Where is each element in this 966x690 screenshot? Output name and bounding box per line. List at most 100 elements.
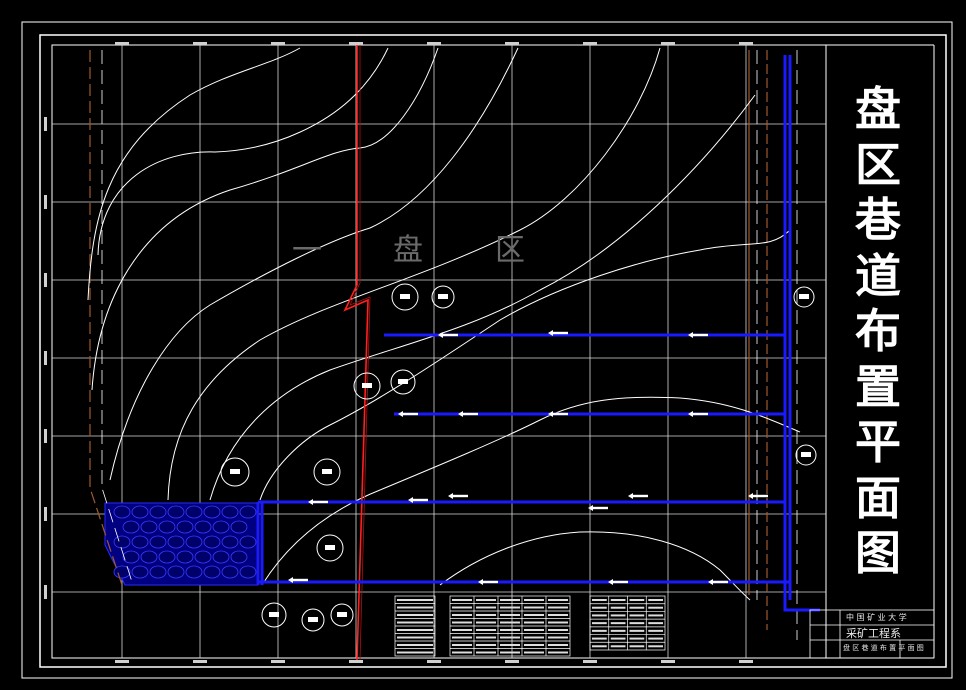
gob-stone — [230, 550, 248, 564]
equipment-symbol — [269, 612, 279, 617]
grid-tick-mark — [505, 42, 519, 45]
gob-stone — [239, 565, 257, 579]
airflow-arrow-head — [588, 505, 593, 511]
airflow-arrow — [462, 412, 478, 416]
legend-cell-text — [476, 606, 496, 609]
gob-stone — [203, 535, 221, 549]
airflow-arrow — [402, 412, 418, 416]
airflow-arrow — [552, 331, 568, 335]
equipment-symbol — [801, 452, 811, 457]
legend-cell-text — [548, 651, 568, 654]
fault-line — [343, 45, 371, 661]
airflow-arrow — [292, 578, 308, 582]
gob-stone — [221, 565, 239, 579]
airflow-arrow — [692, 412, 708, 416]
grid-tick-mark — [44, 351, 47, 365]
grid-tick-mark — [349, 42, 363, 45]
airflow-arrow-head — [688, 411, 693, 417]
legend-cell-text — [452, 621, 472, 624]
gob-stone — [149, 505, 167, 519]
legend-cell-text — [397, 644, 433, 646]
grid-tick-mark — [505, 660, 519, 663]
airflow-arrow-head — [448, 493, 453, 499]
legend-cell-text — [629, 645, 645, 648]
grid-tick-mark — [583, 42, 597, 45]
airflow-arrow — [452, 494, 468, 498]
airflow-arrow-head — [438, 332, 443, 338]
legend-cell-text — [524, 621, 544, 624]
legend-cell-text — [500, 629, 520, 631]
legend-cell-text — [397, 606, 433, 609]
airflow-arrow-head — [458, 411, 463, 417]
legend-cell-text — [524, 606, 544, 609]
legend-cell-text — [476, 621, 496, 624]
legend-cell-text — [397, 636, 433, 639]
airflow-arrow-head — [478, 579, 483, 585]
legend-cell-text — [476, 599, 496, 601]
grid-tick-mark — [44, 585, 47, 599]
gob-stone — [221, 505, 239, 519]
legend-cell-text — [452, 629, 472, 631]
legend-cell-text — [610, 637, 626, 640]
grid-tick-mark — [661, 42, 675, 45]
legend-cell-text — [452, 614, 472, 616]
title-char: 平 — [855, 415, 901, 469]
airflow-arrow-head — [608, 579, 613, 585]
gob-stone — [185, 505, 203, 519]
grid-tick-mark — [427, 42, 441, 45]
gob-stone — [149, 535, 167, 549]
gob-stone — [140, 550, 158, 564]
grid-tick-mark — [44, 117, 47, 131]
title-char: 面 — [855, 470, 901, 525]
gob-stone — [239, 505, 257, 519]
legend-cell-text — [500, 636, 520, 639]
gob-stone — [122, 550, 140, 564]
equipment-symbol — [308, 617, 318, 622]
grid-tick-mark — [44, 507, 47, 521]
cad-drawing — [21, 21, 953, 679]
equipment-symbol — [400, 294, 410, 299]
legend-cell-text — [452, 636, 472, 639]
legend-cell-text — [610, 599, 626, 601]
airflow-arrow-head — [628, 493, 633, 499]
title-char: 图 — [855, 526, 901, 580]
gob-stone — [167, 505, 185, 519]
airflow-arrow-head — [688, 332, 693, 338]
equipment-symbol — [398, 379, 408, 384]
grid-tick-mark — [271, 660, 285, 663]
legend-cell-text — [648, 637, 663, 640]
gob-stone — [167, 535, 185, 549]
title-char: 布 — [855, 304, 901, 358]
legend-cell-text — [500, 599, 520, 601]
gob-area — [104, 502, 259, 586]
legend-cell-text — [476, 629, 496, 631]
legend-cell-text — [500, 644, 520, 646]
equipment-symbol — [325, 545, 335, 550]
legend-cell-text — [524, 629, 544, 631]
airflow-arrow — [442, 333, 458, 337]
equipment-symbol — [322, 469, 332, 474]
gob-stone — [122, 520, 140, 534]
title-char: 盘 — [855, 82, 901, 136]
grid-tick-mark — [427, 660, 441, 663]
legend-cell-text — [592, 614, 607, 617]
grid-tick-mark — [193, 42, 207, 45]
legend-cell-text — [524, 599, 544, 601]
grid-tick-mark — [193, 660, 207, 663]
airflow-arrow — [312, 500, 328, 504]
zone-label-char: 区 — [495, 233, 525, 268]
gob-stone — [176, 520, 194, 534]
title-block-school: 中 国 矿 业 大 学 — [846, 613, 907, 622]
grid-tick-mark — [739, 660, 753, 663]
legend-cell-text — [629, 622, 645, 625]
drawing-title-vertical: 盘 区 巷 道 布 置 平 面 图 — [843, 82, 913, 582]
gob-stone — [203, 505, 221, 519]
airflow-arrow — [612, 580, 628, 584]
gob-stone — [149, 565, 167, 579]
legend-cell-text — [452, 644, 472, 646]
airflow-arrow — [552, 412, 568, 416]
grid-tick-mark — [661, 660, 675, 663]
gob-stone — [113, 535, 131, 549]
legend-cell-text — [592, 606, 607, 609]
legend-cell-text — [548, 636, 568, 639]
